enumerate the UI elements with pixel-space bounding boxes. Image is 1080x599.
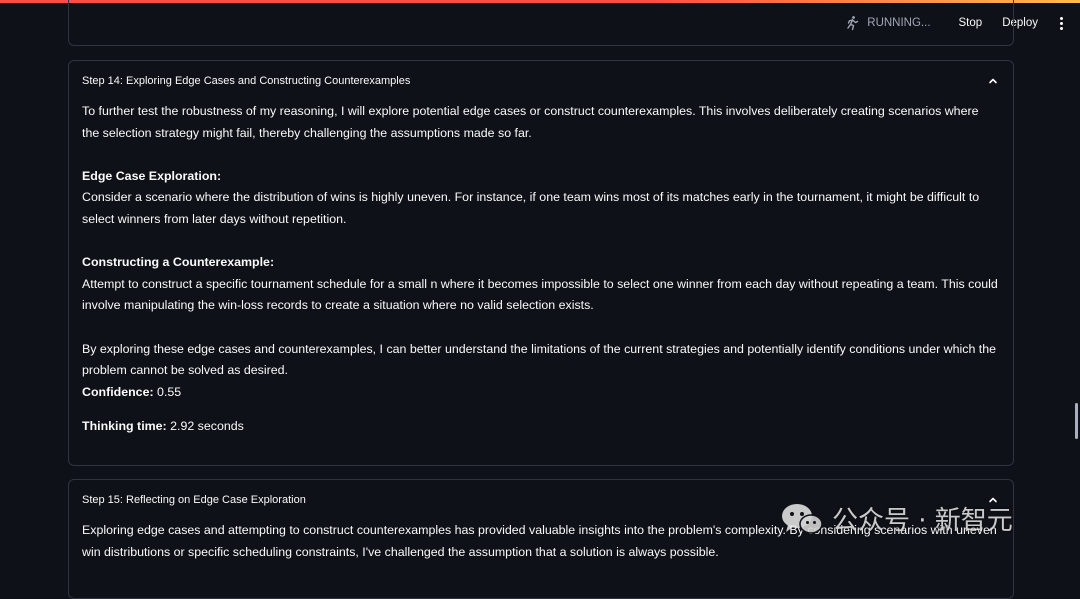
scrollbar-thumb[interactable] xyxy=(1075,403,1078,439)
section-text: Consider a scenario where the distributi… xyxy=(82,190,980,226)
step-intro: To further test the robustness of my rea… xyxy=(82,104,979,140)
watermark-text: 公众号 · 新智元 xyxy=(832,506,1013,536)
step-title: Step 15: Reflecting on Edge Case Explora… xyxy=(82,494,306,506)
step-conclusion: By exploring these edge cases and counte… xyxy=(82,341,997,378)
confidence-value: 0.55 xyxy=(157,384,182,399)
step-body: To further test the robustness of my rea… xyxy=(69,101,1013,438)
thinking-time-line: Thinking time: 2.92 seconds xyxy=(82,416,999,438)
kebab-menu-icon[interactable] xyxy=(1054,15,1068,31)
section-text: Attempt to construct a specific tourname… xyxy=(82,276,998,313)
thinking-time-label: Thinking time: xyxy=(82,419,167,434)
thinking-time-value: 2.92 seconds xyxy=(170,419,244,434)
confidence-line: Confidence: 0.55 xyxy=(82,382,999,404)
confidence-label: Confidence: xyxy=(82,384,154,399)
step-expander: Step 15: Reflecting on Edge Case Explora… xyxy=(68,479,1014,599)
section-heading: Constructing a Counterexample: xyxy=(82,255,275,270)
step-expander: Step 14: Exploring Edge Cases and Constr… xyxy=(68,60,1014,466)
step-expander-header[interactable]: Step 14: Exploring Edge Cases and Constr… xyxy=(69,61,1013,101)
step-title: Step 14: Exploring Edge Cases and Constr… xyxy=(82,75,411,87)
chevron-up-icon[interactable] xyxy=(987,75,999,87)
wechat-icon xyxy=(782,503,823,534)
section-heading: Edge Case Exploration: xyxy=(82,168,222,183)
previous-step-expander xyxy=(68,0,1014,46)
watermark: 公众号 · 新智元 xyxy=(780,500,1013,537)
